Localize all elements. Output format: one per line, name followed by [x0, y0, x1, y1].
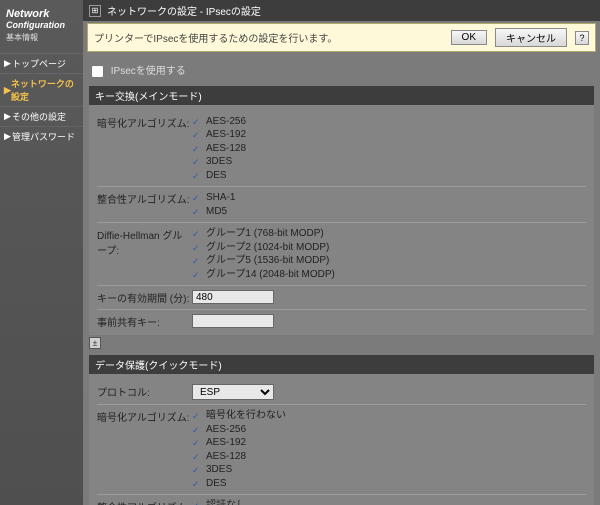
vals-enc2: 暗号化を行わない AES-256 AES-192 AES-128 3DES DE…	[192, 409, 586, 490]
opt-dh1[interactable]: グループ1 (768-bit MODP)	[192, 227, 586, 241]
sidebar-item-top[interactable]: ▶トップページ	[0, 53, 83, 73]
vals-hash1: SHA-1 MD5	[192, 191, 586, 218]
row-enc1: 暗号化アルゴリズム: AES-256 AES-192 AES-128 3DES …	[97, 111, 586, 188]
row-dh: Diffie-Hellman グループ: グループ1 (768-bit MODP…	[97, 223, 586, 286]
opt-3desb[interactable]: 3DES	[192, 463, 586, 477]
sidebar-item-password[interactable]: ▶管理パスワード	[0, 126, 83, 146]
help-button[interactable]: ?	[575, 31, 589, 45]
page-title: ネットワークの設定 - IPsecの設定	[107, 3, 261, 18]
vals-enc1: AES-256 AES-192 AES-128 3DES DES	[192, 115, 586, 183]
enable-ipsec-row: IPsecを使用する	[89, 58, 594, 84]
sidebar-item-network[interactable]: ▶ネットワークの設定	[0, 73, 83, 106]
app-root: Network Configuration 基本情報 ▶トップページ ▶ネットワ…	[0, 0, 600, 505]
label-enc-algo: 暗号化アルゴリズム:	[97, 115, 192, 183]
label-dh-group: Diffie-Hellman グループ:	[97, 227, 192, 281]
nav-arrow-icon: ▶	[4, 85, 11, 96]
vals-dh: グループ1 (768-bit MODP) グループ2 (1024-bit MOD…	[192, 227, 586, 281]
opt-noenc[interactable]: 暗号化を行わない	[192, 409, 586, 423]
vals-hash2: 認証なし SHA-1 MD5	[192, 499, 586, 505]
protocol-select[interactable]: ESP	[192, 384, 274, 400]
opt-md5[interactable]: MD5	[192, 205, 586, 219]
vals-proto: ESP	[192, 384, 586, 400]
opt-desb[interactable]: DES	[192, 477, 586, 491]
opt-dh14[interactable]: グループ14 (2048-bit MODP)	[192, 268, 586, 282]
vals-life1	[192, 290, 586, 305]
logo-title: Network	[6, 8, 77, 20]
sidebar-item-label: その他の設定	[12, 110, 66, 123]
collapse-toggle-1[interactable]: ±	[89, 337, 101, 349]
info-strip: プリンターでIPsecを使用するための設定を行います。 OK キャンセル ?	[87, 23, 596, 52]
logo-subtitle: Configuration	[6, 20, 77, 30]
nav: ▶トップページ ▶ネットワークの設定 ▶その他の設定 ▶管理パスワード	[0, 53, 83, 146]
content: IPsecを使用する キー交換(メインモード) 暗号化アルゴリズム: AES-2…	[83, 54, 600, 505]
label-hash-algo: 整合性アルゴリズム:	[97, 191, 192, 218]
main: ⊞ ネットワークの設定 - IPsecの設定 プリンターでIPsecを使用するた…	[83, 0, 600, 505]
titlebar: ⊞ ネットワークの設定 - IPsecの設定	[83, 0, 600, 21]
row-life1: キーの有効期間 (分):	[97, 286, 586, 310]
opt-noauth[interactable]: 認証なし	[192, 499, 586, 505]
cancel-button[interactable]: キャンセル	[495, 28, 567, 47]
sidebar-item-other[interactable]: ▶その他の設定	[0, 106, 83, 126]
opt-aes256[interactable]: AES-256	[192, 115, 586, 129]
section-header-key-exchange: キー交換(メインモード)	[89, 86, 594, 105]
row-hash2: 整合性アルゴリズム: 認証なし SHA-1 MD5	[97, 495, 586, 505]
label-enc-algo2: 暗号化アルゴリズム:	[97, 409, 192, 490]
panel-key-exchange: 暗号化アルゴリズム: AES-256 AES-192 AES-128 3DES …	[89, 105, 594, 336]
row-proto: プロトコル: ESP	[97, 380, 586, 405]
ok-button[interactable]: OK	[451, 30, 487, 45]
sidebar-item-label: ネットワークの設定	[11, 77, 79, 103]
sidebar: Network Configuration 基本情報 ▶トップページ ▶ネットワ…	[0, 0, 83, 505]
enable-ipsec-checkbox[interactable]	[91, 65, 104, 78]
nav-arrow-icon: ▶	[4, 111, 12, 122]
vals-psk	[192, 314, 586, 329]
row-psk: 事前共有キー:	[97, 310, 586, 333]
window-icon: ⊞	[89, 5, 101, 17]
sidebar-item-label: 管理パスワード	[12, 130, 75, 143]
psk-input[interactable]	[192, 314, 274, 328]
opt-dh2[interactable]: グループ2 (1024-bit MODP)	[192, 241, 586, 255]
nav-arrow-icon: ▶	[4, 58, 12, 69]
row-enc2: 暗号化アルゴリズム: 暗号化を行わない AES-256 AES-192 AES-…	[97, 405, 586, 495]
label-protocol: プロトコル:	[97, 384, 192, 400]
opt-des[interactable]: DES	[192, 169, 586, 183]
label-key-life: キーの有効期間 (分):	[97, 290, 192, 305]
section-header-data-protection: データ保護(クイックモード)	[89, 355, 594, 374]
opt-aes256b[interactable]: AES-256	[192, 423, 586, 437]
row-hash1: 整合性アルゴリズム: SHA-1 MD5	[97, 187, 586, 223]
label-psk: 事前共有キー:	[97, 314, 192, 329]
opt-dh5[interactable]: グループ5 (1536-bit MODP)	[192, 254, 586, 268]
logo: Network Configuration 基本情報	[0, 0, 83, 47]
opt-aes128b[interactable]: AES-128	[192, 450, 586, 464]
enable-ipsec-label: IPsecを使用する	[111, 66, 186, 77]
sidebar-item-label: トップページ	[12, 57, 66, 70]
panel-data-protection: プロトコル: ESP 暗号化アルゴリズム: 暗号化を行わない AES-256 A…	[89, 374, 594, 505]
logo-footer: 基本情報	[6, 32, 77, 43]
nav-arrow-icon: ▶	[4, 131, 12, 142]
opt-sha1[interactable]: SHA-1	[192, 191, 586, 205]
opt-aes192b[interactable]: AES-192	[192, 436, 586, 450]
opt-aes192[interactable]: AES-192	[192, 128, 586, 142]
opt-3des[interactable]: 3DES	[192, 155, 586, 169]
info-message: プリンターでIPsecを使用するための設定を行います。	[94, 30, 443, 45]
key-life-input[interactable]	[192, 290, 274, 304]
opt-aes128[interactable]: AES-128	[192, 142, 586, 156]
label-hash-algo2: 整合性アルゴリズム:	[97, 499, 192, 505]
